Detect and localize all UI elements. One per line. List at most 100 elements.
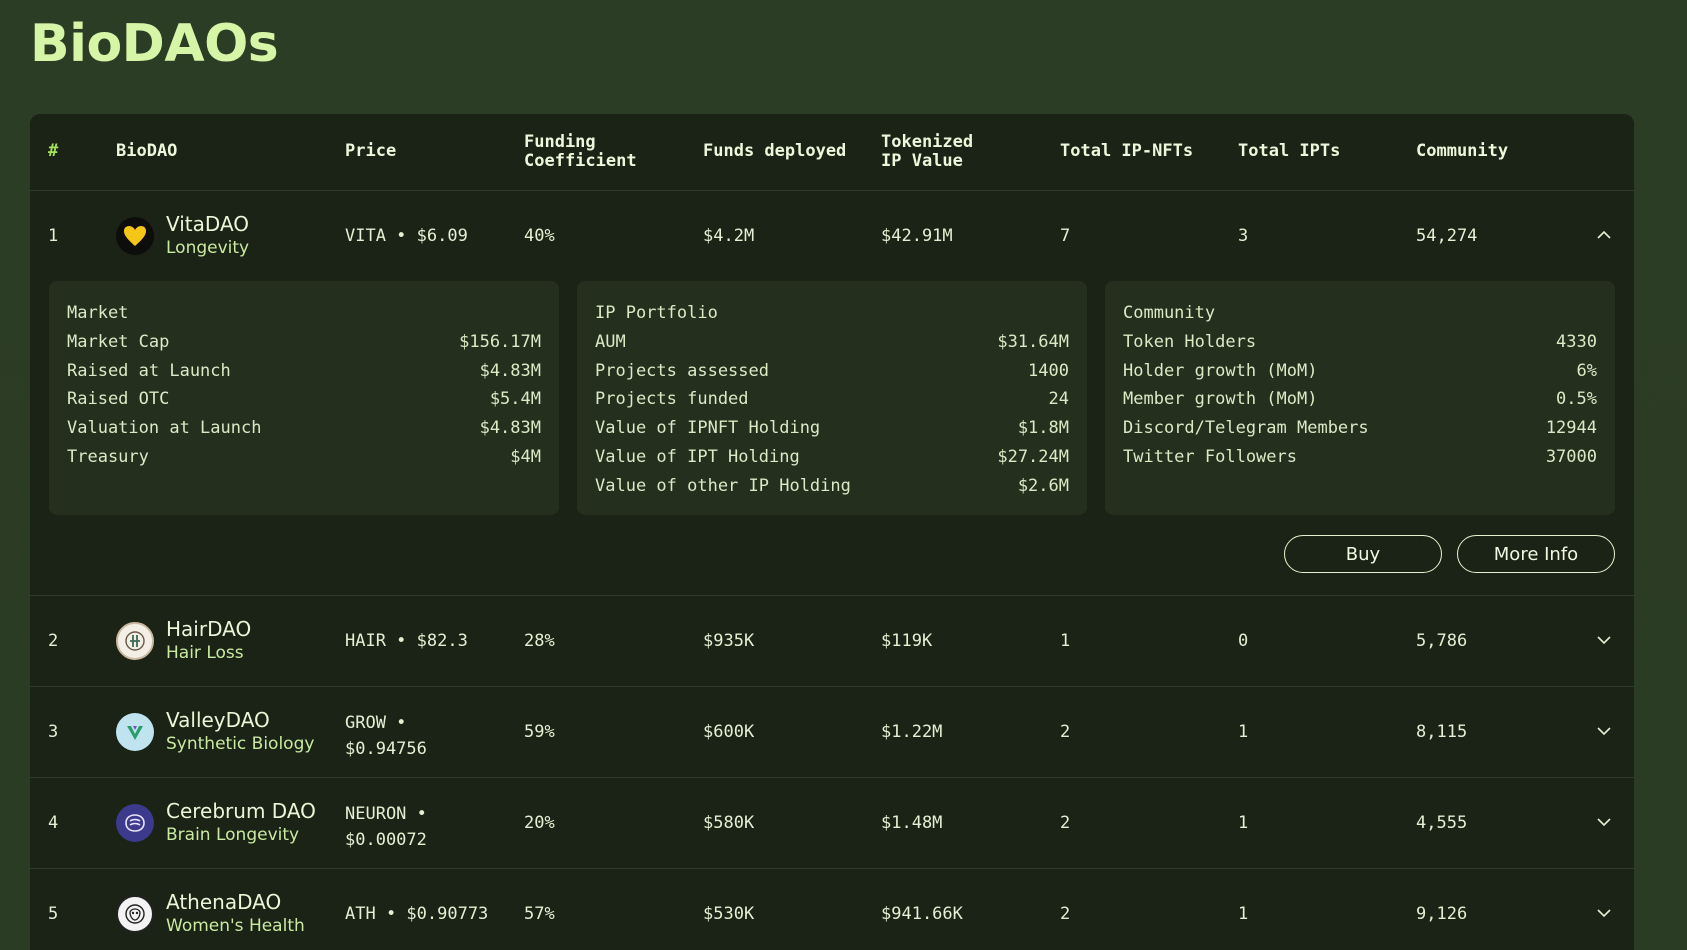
panel-title: IP Portfolio	[595, 303, 718, 323]
header-price: Price	[345, 141, 397, 161]
biodao-table: # BioDAO Price Funding Coefficient Funds …	[30, 114, 1634, 950]
chevron-down-icon[interactable]	[1596, 905, 1612, 921]
detail-row: Projects funded 24	[595, 389, 1069, 409]
row-tokenized: $941.66K	[881, 904, 963, 924]
buy-button[interactable]: Buy	[1284, 535, 1442, 573]
panel-title: Community	[1123, 303, 1216, 323]
row-funds: $935K	[703, 631, 755, 651]
row-funds: $530K	[703, 904, 755, 924]
row-funds: $580K	[703, 813, 755, 833]
detail-row: Raised OTC $5.4M	[67, 389, 541, 409]
header-total-ipts: Total IPTs	[1238, 141, 1341, 161]
page-title: BioDAOs	[30, 14, 279, 74]
details-panels: Market Market Cap $156.17M Raised at Laun…	[49, 281, 1615, 515]
row-ipts: 1	[1238, 904, 1249, 924]
row-funding: 40%	[524, 226, 555, 246]
row-ipnfts: 7	[1060, 226, 1071, 246]
row-price: HAIR • $82.3	[345, 631, 468, 651]
row-name[interactable]: HairDAO	[166, 617, 251, 641]
chevron-down-icon[interactable]	[1596, 723, 1612, 739]
table-row-cerebrumdao[interactable]: 4 Cerebrum DAO Brain Longevity NEURON • $…	[30, 778, 1634, 869]
row-name[interactable]: AthenaDAO	[166, 890, 281, 914]
detail-row: Projects assessed 1400	[595, 361, 1069, 381]
table-row-hairdao[interactable]: 2 HairDAO Hair Loss HAIR • $82.3 28% $93…	[30, 596, 1634, 687]
row-ipts: 0	[1238, 631, 1249, 651]
table-row-athenadao[interactable]: 5 AthenaDAO Women's Health ATH • $0.9077…	[30, 869, 1634, 950]
chevron-down-icon[interactable]	[1596, 632, 1612, 648]
row-category: Women's Health	[166, 916, 305, 936]
table-row-valleydao[interactable]: 3 ValleyDAO Synthetic Biology GROW • $0.9…	[30, 687, 1634, 778]
header-community: Community	[1416, 141, 1509, 161]
detail-row: Market Cap $156.17M	[67, 332, 541, 352]
row-category: Synthetic Biology	[166, 734, 315, 754]
community-panel: Community Token Holders 4330 Holder growt…	[1105, 281, 1615, 515]
row-ipnfts: 2	[1060, 722, 1071, 742]
row-rank: 4	[48, 813, 59, 833]
detail-row: AUM $31.64M	[595, 332, 1069, 352]
row-ipnfts: 1	[1060, 631, 1071, 651]
athenadao-logo	[116, 895, 154, 933]
table-header: # BioDAO Price Funding Coefficient Funds …	[30, 114, 1634, 191]
detail-row: Holder growth (MoM) 6%	[1123, 361, 1597, 381]
detail-row: Token Holders 4330	[1123, 332, 1597, 352]
row-community: 4,555	[1416, 813, 1468, 833]
header-biodao: BioDAO	[116, 141, 178, 161]
row-community: 54,274	[1416, 226, 1478, 246]
detail-row: Value of other IP Holding $2.6M	[595, 476, 1069, 496]
row-rank: 5	[48, 904, 59, 924]
row-rank: 1	[48, 226, 59, 246]
detail-row: Value of IPT Holding $27.24M	[595, 447, 1069, 467]
table-row-vitadao[interactable]: 1 VitaDAO Longevity VITA • $6.09 40% $4.…	[30, 191, 1634, 596]
row-rank: 2	[48, 631, 59, 651]
detail-row: Treasury $4M	[67, 447, 541, 467]
row-tokenized: $119K	[881, 631, 933, 651]
row-ipnfts: 2	[1060, 904, 1071, 924]
panel-title: Market	[67, 303, 129, 323]
chevron-down-icon[interactable]	[1596, 814, 1612, 830]
detail-row: Discord/Telegram Members 12944	[1123, 418, 1597, 438]
row-ipts: 1	[1238, 722, 1249, 742]
row-category: Hair Loss	[166, 643, 244, 663]
row-name[interactable]: ValleyDAO	[166, 708, 270, 732]
more-info-button[interactable]: More Info	[1457, 535, 1615, 573]
header-funds-deployed: Funds deployed	[703, 141, 847, 161]
market-panel: Market Market Cap $156.17M Raised at Laun…	[49, 281, 559, 515]
row-tokenized: $1.48M	[881, 813, 943, 833]
row-ipts: 3	[1238, 226, 1249, 246]
header-funding-coefficient: Funding Coefficient	[524, 132, 637, 171]
row-rank: 3	[48, 722, 59, 742]
row-ipts: 1	[1238, 813, 1249, 833]
cerebrumdao-logo	[116, 804, 154, 842]
header-tokenized-ip-value: Tokenized IP Value	[881, 132, 974, 171]
row-ipnfts: 2	[1060, 813, 1071, 833]
row-funding: 59%	[524, 722, 555, 742]
row-funds: $4.2M	[703, 226, 755, 246]
row-price: NEURON • $0.00072	[345, 804, 427, 850]
hairdao-logo	[116, 622, 154, 660]
row-price: VITA • $6.09	[345, 226, 468, 246]
row-community: 8,115	[1416, 722, 1468, 742]
detail-row: Twitter Followers 37000	[1123, 447, 1597, 467]
header-total-ip-nfts: Total IP-NFTs	[1060, 141, 1194, 161]
row-community: 9,126	[1416, 904, 1468, 924]
row-category: Brain Longevity	[166, 825, 300, 845]
row-price: GROW • $0.94756	[345, 713, 427, 759]
row-tokenized: $1.22M	[881, 722, 943, 742]
detail-row: Raised at Launch $4.83M	[67, 361, 541, 381]
row-funding: 57%	[524, 904, 555, 924]
row-name[interactable]: Cerebrum DAO	[166, 799, 316, 823]
header-rank: #	[48, 141, 59, 161]
detail-row: Member growth (MoM) 0.5%	[1123, 389, 1597, 409]
row-name[interactable]: VitaDAO	[166, 212, 249, 236]
row-price: ATH • $0.90773	[345, 904, 489, 924]
row-tokenized: $42.91M	[881, 226, 953, 246]
detail-row: Valuation at Launch $4.83M	[67, 418, 541, 438]
row-funding: 20%	[524, 813, 555, 833]
ip-portfolio-panel: IP Portfolio AUM $31.64M Projects assesse…	[577, 281, 1087, 515]
row-funding: 28%	[524, 631, 555, 651]
row-funds: $600K	[703, 722, 755, 742]
row-community: 5,786	[1416, 631, 1468, 651]
vitadao-heart-logo	[116, 217, 154, 255]
valleydao-logo	[116, 713, 154, 751]
chevron-up-icon[interactable]	[1596, 227, 1612, 243]
